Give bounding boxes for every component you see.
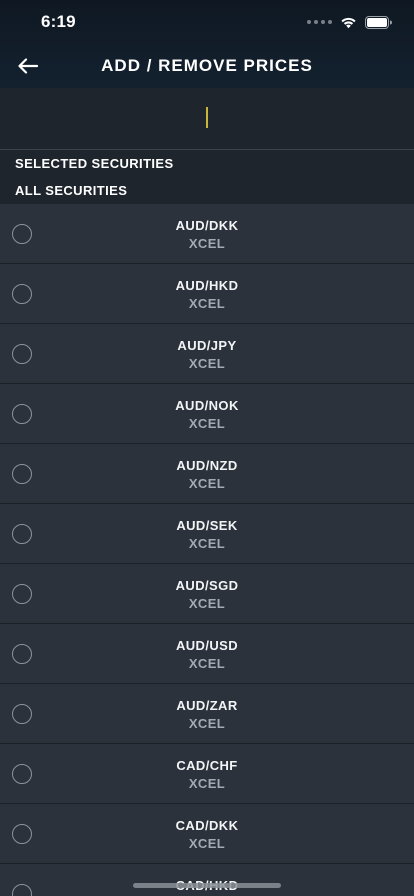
security-source: XCEL (188, 296, 226, 311)
cellular-icon (307, 20, 332, 24)
status-time: 6:19 (41, 12, 76, 31)
navigation-header: ADD / REMOVE PRICES (0, 44, 414, 88)
security-source: XCEL (188, 596, 226, 611)
security-row[interactable]: AUD/HKD XCEL (0, 264, 414, 324)
security-symbol: CAD/DKK (175, 818, 239, 833)
page-title: ADD / REMOVE PRICES (101, 56, 313, 75)
screen: 6:19 ADD / REMOVE PRICES SELECTED SECURI… (0, 0, 414, 896)
security-source: XCEL (188, 416, 226, 431)
security-symbol: AUD/SGD (175, 578, 239, 593)
security-source: XCEL (188, 536, 226, 551)
security-row[interactable]: AUD/USD XCEL (0, 624, 414, 684)
security-source: XCEL (188, 236, 226, 251)
security-source: XCEL (188, 356, 226, 371)
security-row[interactable]: CAD/DKK XCEL (0, 804, 414, 864)
security-symbol: AUD/SEK (176, 518, 238, 533)
home-indicator[interactable] (133, 883, 281, 888)
security-source: XCEL (188, 776, 226, 791)
security-row[interactable]: CAD/HKDXCEL (0, 864, 414, 896)
security-symbol: AUD/DKK (175, 218, 239, 233)
security-symbol: AUD/NZD (176, 458, 238, 473)
security-row[interactable]: AUD/DKK XCEL (0, 204, 414, 264)
security-row[interactable]: AUD/NZD XCEL (0, 444, 414, 504)
search-area (0, 88, 414, 150)
security-row[interactable]: AUD/ZAR XCEL (0, 684, 414, 744)
battery-icon (365, 15, 392, 29)
text-cursor (206, 107, 208, 128)
security-row[interactable]: AUD/SGD XCEL (0, 564, 414, 624)
security-row[interactable]: CAD/CHF XCEL (0, 744, 414, 804)
security-row[interactable]: AUD/JPY XCEL (0, 324, 414, 384)
wifi-icon (341, 17, 356, 28)
section-all-securities[interactable]: ALL SECURITIES (0, 177, 414, 205)
securities-list: AUD/DKK XCEL AUD/HKD XCEL AUD/JPY XCEL AUD/NOK… (0, 204, 414, 896)
security-symbol: CAD/CHF (176, 758, 238, 773)
security-symbol: AUD/USD (175, 638, 239, 653)
security-symbol: AUD/NOK (175, 398, 239, 413)
security-symbol: AUD/ZAR (176, 698, 238, 713)
security-source: XCEL (188, 476, 226, 491)
status-bar: 6:19 (0, 0, 414, 44)
security-symbol: AUD/JPY (177, 338, 237, 353)
security-source: XCEL (188, 716, 226, 731)
security-row[interactable]: AUD/NOK XCEL (0, 384, 414, 444)
security-source: XCEL (188, 656, 226, 671)
top-bar: 6:19 ADD / REMOVE PRICES (0, 0, 414, 88)
security-symbol: AUD/HKD (175, 278, 239, 293)
status-icons (307, 13, 392, 31)
security-row[interactable]: AUD/SEK XCEL (0, 504, 414, 564)
section-selected-securities[interactable]: SELECTED SECURITIES (0, 150, 414, 178)
security-source: XCEL (188, 836, 226, 851)
